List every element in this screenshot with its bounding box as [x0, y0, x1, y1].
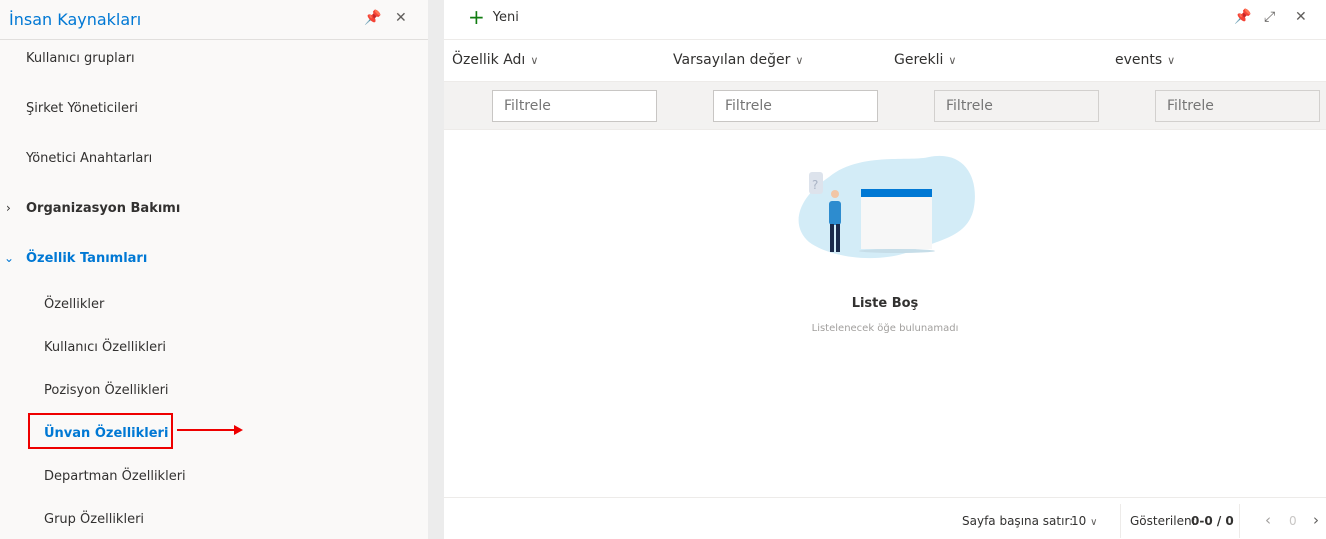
chevron-down-icon: ∨ [530, 54, 539, 67]
filter-input-ozellik-adi[interactable] [492, 90, 657, 122]
chevron-down-icon[interactable]: ⌄ [4, 251, 14, 265]
sidebar-item-pozisyon-ozellikleri[interactable]: Pozisyon Özellikleri [44, 383, 169, 398]
rows-per-page-select[interactable]: 10 ∨ [1071, 514, 1097, 528]
chevron-right-icon[interactable]: › [1313, 511, 1319, 529]
sidebar-group-organizasyon-bakimi[interactable]: Organizasyon Bakımı [26, 201, 180, 216]
column-label: Varsayılan değer [673, 52, 791, 68]
filter-input-gerekli [934, 90, 1099, 122]
divider [1120, 504, 1121, 538]
divider [1239, 504, 1240, 538]
pin-icon[interactable]: 📌 [364, 10, 381, 26]
main-panel: + Yeni 📌 ⤢ ✕ Özellik Adı ∨ Varsayılan değ… [444, 0, 1326, 539]
column-label: Özellik Adı [452, 52, 526, 68]
filter-input-varsayilan-deger[interactable] [713, 90, 878, 122]
chevron-left-icon[interactable]: ‹ [1265, 511, 1271, 529]
column-header-events[interactable]: events ∨ [1115, 52, 1175, 68]
rows-per-page-value: 10 [1071, 514, 1087, 528]
sidebar-item-ozellikler[interactable]: Özellikler [44, 297, 104, 312]
command-bar: + Yeni 📌 ⤢ ✕ [444, 0, 1326, 40]
sidebar-nav: Kullanıcı grupları Şirket Yöneticileri Y… [0, 40, 428, 539]
page-number: 0 [1289, 514, 1297, 528]
close-icon[interactable]: ✕ [395, 10, 407, 26]
sidebar-item-kullanici-gruplari[interactable]: Kullanıcı grupları [26, 51, 135, 66]
close-icon[interactable]: ✕ [1295, 9, 1307, 25]
chevron-right-icon[interactable]: › [6, 201, 11, 215]
column-header-gerekli[interactable]: Gerekli ∨ [894, 52, 956, 68]
shown-value: 0-0 / 0 [1191, 514, 1234, 528]
sidebar-header: İnsan Kaynakları 📌 ✕ [0, 0, 428, 40]
sidebar-item-grup-ozellikleri[interactable]: Grup Özellikleri [44, 512, 144, 527]
expand-icon[interactable]: ⤢ [1264, 9, 1275, 25]
highlight-box [28, 413, 173, 449]
new-button-label: Yeni [492, 9, 519, 25]
chevron-down-icon: ∨ [1167, 54, 1176, 67]
column-header-ozellik-adi[interactable]: Özellik Adı ∨ [452, 52, 538, 68]
column-label: Gerekli [894, 52, 944, 68]
sidebar-item-kullanici-ozellikleri[interactable]: Kullanıcı Özellikleri [44, 340, 166, 355]
filter-row [444, 82, 1326, 130]
sidebar-title: İnsan Kaynakları [9, 10, 142, 29]
column-headers: Özellik Adı ∨ Varsayılan değer ∨ Gerekli ∨ … [444, 40, 1326, 82]
sidebar-group-ozellik-tanimlari[interactable]: Özellik Tanımları [26, 251, 147, 266]
chevron-down-icon: ∨ [948, 54, 957, 67]
chevron-down-icon: ∨ [1090, 517, 1098, 528]
shown-label: Gösterilen: [1130, 514, 1196, 528]
sidebar-item-yonetici-anahtarlari[interactable]: Yönetici Anahtarları [26, 151, 152, 166]
empty-subtitle: Listelenecek öğe bulunamadı [811, 323, 959, 334]
empty-list-illustration: ? [798, 155, 975, 259]
column-header-varsayilan-deger[interactable]: Varsayılan değer ∨ [673, 52, 803, 68]
new-button[interactable]: + Yeni [468, 5, 519, 29]
chevron-down-icon: ∨ [795, 54, 804, 67]
svg-text:?: ? [812, 178, 818, 192]
pagination-footer: Sayfa başına satır: 10 ∨ Gösterilen: 0-0… [444, 497, 1326, 539]
sidebar-item-sirket-yoneticileri[interactable]: Şirket Yöneticileri [26, 101, 138, 116]
filter-input-events [1155, 90, 1320, 122]
rows-per-page-label: Sayfa başına satır: [962, 514, 1074, 528]
column-label: events [1115, 52, 1163, 68]
pin-icon[interactable]: 📌 [1234, 9, 1251, 25]
empty-title: Liste Boş [851, 296, 919, 311]
sidebar: İnsan Kaynakları 📌 ✕ Kullanıcı grupları … [0, 0, 428, 539]
sidebar-item-departman-ozellikleri[interactable]: Departman Özellikleri [44, 469, 186, 484]
annotation-arrow [177, 425, 243, 435]
plus-icon: + [468, 5, 485, 29]
scrollbar[interactable] [428, 0, 444, 539]
